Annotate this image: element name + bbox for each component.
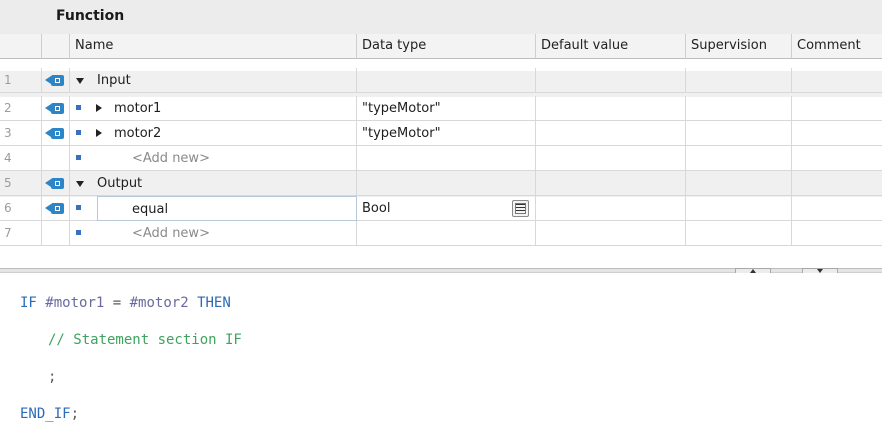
grid-header-row: Name Data type Default value Supervision… (0, 34, 882, 60)
add-new-placeholder[interactable]: <Add new> (132, 151, 210, 166)
keyword-end-if: END_IF (20, 406, 71, 422)
row-number: 4 (0, 146, 42, 171)
column-header-data-type[interactable]: Data type (357, 34, 536, 59)
code-line-4: END_IF; (20, 406, 79, 422)
row-data-type[interactable]: "typeMotor" (362, 101, 441, 116)
table-row[interactable]: 5 Output (0, 171, 882, 197)
table-row[interactable]: 4 <Add new> (0, 146, 882, 172)
triangle-right-icon[interactable] (96, 104, 102, 112)
row-number: 7 (0, 221, 42, 246)
interface-title-bar: Function (0, 0, 882, 34)
operand-motor2: #motor2 (129, 295, 189, 311)
row-name[interactable]: Output (97, 176, 142, 191)
member-square-icon (76, 230, 81, 235)
triangle-down-icon[interactable] (76, 78, 84, 84)
row-name[interactable]: motor1 (114, 101, 161, 116)
block-interface-table: Function Name Data type Default value Su… (0, 0, 882, 272)
table-row[interactable]: 2 motor1 "typeMotor" (0, 96, 882, 122)
row-name[interactable]: motor2 (114, 126, 161, 141)
semicolon: ; (70, 406, 80, 422)
row-data-type[interactable]: Bool (362, 201, 390, 216)
column-header-default-value[interactable]: Default value (536, 34, 686, 59)
table-row[interactable]: 1 Input (0, 68, 882, 97)
scl-code-editor[interactable]: IF #motor1 = #motor2 THEN // Statement s… (0, 273, 882, 423)
operand-motor1: #motor1 (45, 295, 105, 311)
table-row-selected[interactable]: 6 equal Bool (0, 196, 882, 222)
operator-equal: = (112, 295, 122, 311)
row-number: 5 (0, 171, 42, 196)
parameter-interface-icon (45, 75, 67, 86)
table-row[interactable]: 7 <Add new> (0, 221, 882, 247)
keyword-then: THEN (197, 295, 231, 311)
member-square-icon (76, 105, 81, 110)
member-square-icon (76, 155, 81, 160)
triangle-right-icon[interactable] (96, 129, 102, 137)
header-icon (42, 34, 70, 59)
triangle-down-icon[interactable] (76, 181, 84, 187)
row-name[interactable]: equal (132, 202, 168, 217)
row-number: 1 (0, 68, 42, 93)
parameter-interface-icon (45, 203, 67, 214)
row-number: 3 (0, 121, 42, 146)
row-number: 6 (0, 196, 42, 221)
keyword-if: IF (20, 295, 37, 311)
parameter-interface-icon (45, 128, 67, 139)
row-number: 2 (0, 96, 42, 121)
header-rownum (0, 34, 42, 59)
add-new-placeholder[interactable]: <Add new> (132, 226, 210, 241)
name-edit-field[interactable]: equal (97, 196, 357, 221)
code-line-1: IF #motor1 = #motor2 THEN (20, 295, 231, 311)
parameter-interface-icon (45, 103, 67, 114)
parameter-interface-icon (45, 178, 67, 189)
list-picker-icon[interactable] (512, 200, 529, 217)
code-line-3: ; (48, 369, 57, 385)
table-row[interactable]: 3 motor2 "typeMotor" (0, 121, 882, 147)
row-data-type[interactable]: "typeMotor" (362, 126, 441, 141)
column-header-comment[interactable]: Comment (792, 34, 882, 59)
row-name[interactable]: Input (97, 73, 131, 88)
member-square-icon (76, 130, 81, 135)
column-header-name[interactable]: Name (70, 34, 357, 59)
column-header-supervision[interactable]: Supervision (686, 34, 792, 59)
interface-title: Function (56, 8, 125, 24)
code-line-2-comment: // Statement section IF (48, 332, 242, 348)
member-square-icon (76, 205, 81, 210)
